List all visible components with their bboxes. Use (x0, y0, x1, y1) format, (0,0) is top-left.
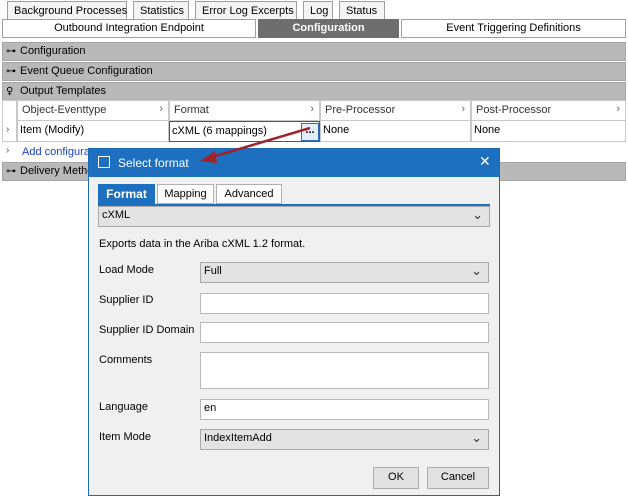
annotation-arrow-icon (200, 126, 311, 163)
